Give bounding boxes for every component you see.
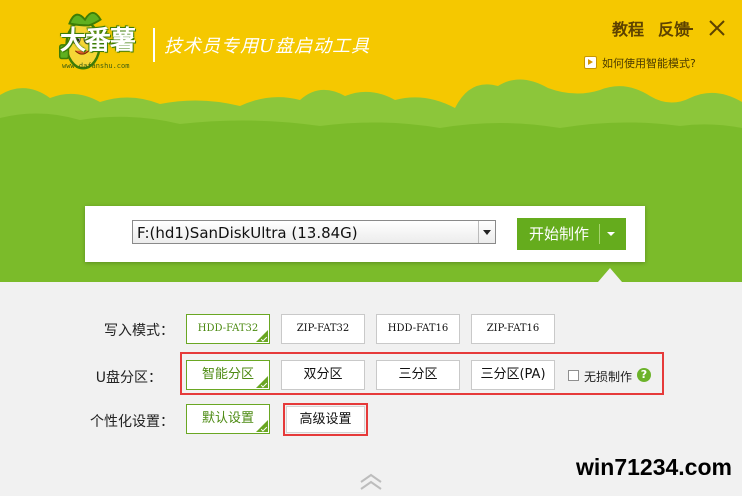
partition-dual[interactable]: 双分区 xyxy=(281,360,365,390)
panel-notch xyxy=(598,268,622,282)
drive-panel: F:(hd1)SanDiskUltra (13.84G) 开始制作 xyxy=(85,206,645,262)
slogan: 技术员专用U盘启动工具 xyxy=(164,36,371,57)
partition-label: U盘分区： xyxy=(95,370,162,386)
play-icon xyxy=(584,56,597,69)
start-button-separator xyxy=(599,224,600,244)
header-divider xyxy=(153,28,155,62)
help-icon[interactable]: ? xyxy=(637,368,651,382)
close-icon[interactable] xyxy=(707,18,727,38)
write-mode-hdd-fat32[interactable]: HDD-FAT32 xyxy=(186,314,270,344)
header: 大番薯 www.dafanshu.com 技术员专用U盘启动工具 教程 反馈 如何… xyxy=(0,0,742,282)
howto-text: 如何使用智能模式? xyxy=(602,57,696,70)
personalize-label: 个性化设置： xyxy=(90,414,174,430)
drive-select[interactable]: F:(hd1)SanDiskUltra (13.84G) xyxy=(132,220,496,244)
write-mode-zip-fat32[interactable]: ZIP-FAT32 xyxy=(281,314,365,344)
partition-triple-pa[interactable]: 三分区(PA) xyxy=(471,360,555,390)
write-mode-label: 写入模式： xyxy=(104,323,174,339)
start-menu-arrow-icon[interactable] xyxy=(607,232,615,236)
drive-select-value: F:(hd1)SanDiskUltra (13.84G) xyxy=(137,224,358,242)
write-mode-hdd-fat16[interactable]: HDD-FAT16 xyxy=(376,314,460,344)
tutorial-link[interactable]: 教程 xyxy=(612,20,644,39)
top-links: 教程 反馈 xyxy=(598,16,690,40)
personalize-advanced[interactable]: 高级设置 xyxy=(286,406,365,433)
partition-triple[interactable]: 三分区 xyxy=(376,360,460,390)
lossless-checkbox[interactable] xyxy=(568,370,579,381)
dropdown-arrow-icon[interactable] xyxy=(478,221,495,243)
partition-smart[interactable]: 智能分区 xyxy=(186,360,270,390)
expand-up-icon[interactable] xyxy=(358,472,384,492)
brand-name: 大番薯 xyxy=(60,26,136,56)
site-url: www.dafanshu.com xyxy=(62,62,130,70)
write-mode-zip-fat16[interactable]: ZIP-FAT16 xyxy=(471,314,555,344)
start-button[interactable]: 开始制作 xyxy=(517,218,626,250)
minimize-icon[interactable] xyxy=(679,28,693,30)
lossless-label: 无损制作 xyxy=(584,370,633,384)
start-button-label: 开始制作 xyxy=(529,225,590,243)
howto-link[interactable]: 如何使用智能模式? xyxy=(584,55,696,71)
personalize-default[interactable]: 默认设置 xyxy=(186,404,270,434)
watermark-text: win71234.com xyxy=(576,454,732,480)
